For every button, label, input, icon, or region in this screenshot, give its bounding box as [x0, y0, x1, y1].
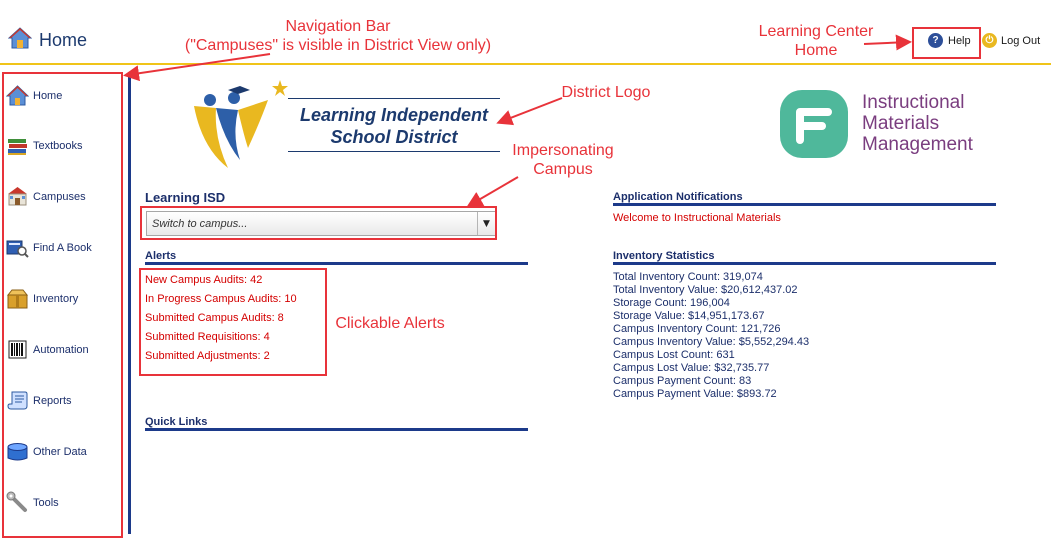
quick-links-title: Quick Links: [145, 416, 208, 428]
campus-title: Learning ISD: [145, 190, 226, 205]
page-title: Home: [39, 29, 88, 50]
district-logo-arrow: [496, 97, 563, 126]
notifications-title: Application Notifications: [613, 191, 743, 203]
page-title-group: Home: [7, 27, 88, 53]
impersonating-arrow: [466, 176, 519, 208]
stat-row: Campus Payment Count: 83: [613, 375, 752, 387]
district-name-line2: School District: [330, 127, 458, 147]
inventory-stats-title: Inventory Statistics: [613, 250, 715, 262]
house-icon: [7, 27, 33, 53]
stat-row: Total Inventory Count: 319,074: [613, 271, 763, 283]
logo-rule-top: [288, 98, 500, 99]
stat-row: Campus Inventory Value: $5,552,294.43: [613, 336, 810, 348]
notification-message: Welcome to Instructional Materials: [613, 212, 781, 224]
nav-bar-note-line2: ("Campuses" is visible in District View …: [184, 37, 492, 54]
stat-row: Total Inventory Value: $20,612,437.02: [613, 284, 798, 296]
impersonating-note-line2: Campus: [533, 161, 593, 178]
stat-row: Storage Count: 196,004: [613, 297, 730, 309]
district-logo: Learning Independent School District: [188, 78, 508, 174]
impersonating-note: Impersonating Campus: [504, 141, 622, 179]
nav-bar-highlight: [2, 72, 123, 538]
stat-row: Campus Lost Count: 631: [613, 349, 735, 361]
alerts-rule: [145, 262, 528, 265]
help-highlight: [912, 27, 981, 59]
logout-link[interactable]: ⏻ Log Out: [982, 33, 1040, 48]
nav-bar-note: Navigation Bar ("Campuses" is visible in…: [180, 17, 496, 55]
stat-row: Campus Payment Value: $893.72: [613, 388, 777, 400]
alerts-highlight: [139, 268, 327, 376]
alerts-title: Alerts: [145, 250, 177, 262]
stat-row: Campus Lost Value: $32,735.77: [613, 362, 770, 374]
imm-word-1: Instructional: [862, 92, 965, 113]
stat-row: Storage Value: $14,951,173.67: [613, 310, 765, 322]
inventory-stats-rule: [613, 262, 996, 265]
sidebar-divider: [128, 72, 131, 534]
clickable-alerts-note: Clickable Alerts: [335, 315, 445, 332]
quick-links-rule: [145, 428, 528, 431]
imm-emblem-icon: [780, 90, 848, 158]
notifications-rule: [613, 203, 996, 206]
learning-center-note: Learning Center Home: [752, 22, 880, 60]
learning-center-note-line2: Home: [794, 42, 838, 59]
header-divider: [0, 63, 1051, 65]
logout-label: Log Out: [1001, 34, 1041, 47]
imm-word-3: Management: [862, 134, 973, 155]
district-logo-note: District Logo: [561, 84, 651, 101]
logo-rule-bottom: [288, 151, 500, 152]
imm-word-2: Materials: [862, 113, 940, 134]
district-emblem-icon: [194, 80, 288, 168]
power-icon: ⏻: [982, 33, 997, 48]
stat-row: Campus Inventory Count: 121,726: [613, 323, 781, 335]
nav-bar-note-line1: Navigation Bar: [285, 18, 391, 35]
impersonating-note-line1: Impersonating: [512, 142, 614, 159]
imm-logo: Instructional Materials Management: [778, 88, 1008, 160]
district-name-line1: Learning Independent: [299, 105, 488, 125]
campus-switch-highlight: [140, 206, 497, 240]
top-header: Home ? Help ⏻ Log Out: [0, 0, 1051, 66]
learning-center-note-line1: Learning Center: [758, 23, 874, 40]
